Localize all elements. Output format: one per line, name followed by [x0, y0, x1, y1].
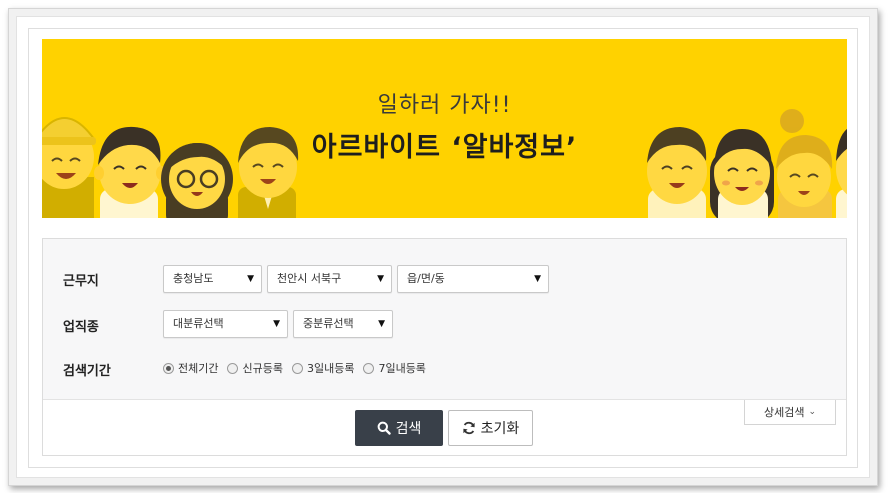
job-minor-select-value: 중분류선택 — [303, 317, 354, 330]
location-label: 근무지 — [63, 274, 99, 289]
period-label: 검색기간 — [63, 364, 111, 379]
province-select[interactable]: 충청남도 ▼ — [163, 265, 262, 293]
job-major-select[interactable]: 대분류선택 ▼ — [163, 310, 288, 338]
search-icon — [377, 421, 391, 435]
caret-down-icon: ▼ — [273, 319, 280, 329]
period-option-3days[interactable]: 3일내등록 — [291, 360, 355, 376]
search-panel-footer — [43, 399, 846, 455]
radio-icon — [363, 362, 375, 374]
period-option-label: 신규등록 — [242, 362, 283, 375]
radio-icon — [291, 362, 303, 374]
period-option-all[interactable]: 전체기간 — [163, 360, 218, 376]
period-option-label: 3일내등록 — [306, 362, 355, 375]
period-option-7days[interactable]: 7일내등록 — [363, 360, 426, 376]
caret-down-icon: ▼ — [534, 274, 541, 284]
period-option-label: 전체기간 — [178, 362, 219, 375]
spiky-hair-boy-character — [836, 129, 847, 218]
radio-icon — [227, 362, 239, 374]
radio-selected-icon — [163, 362, 174, 374]
city-select-value: 천안시 서북구 — [277, 272, 342, 285]
period-option-new[interactable]: 신규등록 — [227, 360, 283, 376]
glasses-girl-character — [161, 143, 233, 218]
long-hair-girl-character — [710, 129, 774, 218]
province-select-value: 충청남도 — [173, 272, 214, 285]
period-radio-group: 전체기간 신규등록 3일내등록 7일내등록 — [163, 360, 435, 376]
reset-button-label: 초기화 — [480, 421, 520, 437]
characters-right-illustration — [647, 109, 847, 218]
characters-left-illustration — [42, 117, 299, 218]
promo-banner: 일하러 가자!! 아르바이트 ‘알바정보’ — [42, 39, 847, 218]
job-minor-select[interactable]: 중분류선택 ▼ — [293, 310, 393, 338]
caret-down-icon: ▼ — [247, 274, 254, 284]
detail-search-toggle[interactable]: 상세검색 ⌄ — [744, 400, 836, 425]
suit-man-character — [238, 127, 299, 218]
town-select[interactable]: 읍/면/동 ▼ — [397, 265, 549, 293]
job-label: 업직종 — [63, 320, 99, 335]
detail-search-label: 상세검색 — [763, 406, 805, 419]
city-select[interactable]: 천안시 서북구 ▼ — [267, 265, 392, 293]
reset-button[interactable]: 초기화 — [448, 410, 533, 446]
search-button-label: 검색 — [395, 421, 422, 437]
bowtie-boy-character — [94, 126, 166, 218]
town-select-value: 읍/면/동 — [407, 272, 445, 285]
refresh-icon — [463, 421, 475, 435]
search-button[interactable]: 검색 — [355, 410, 443, 446]
caret-down-icon: ▼ — [378, 319, 385, 329]
smiling-boy-character — [647, 127, 707, 218]
job-major-select-value: 대분류선택 — [173, 317, 224, 330]
chevron-down-icon: ⌄ — [808, 407, 817, 417]
worker-character — [42, 117, 96, 218]
caret-down-icon: ▼ — [377, 274, 384, 284]
bun-hair-girl-character — [776, 109, 833, 218]
period-option-label: 7일내등록 — [378, 362, 426, 375]
